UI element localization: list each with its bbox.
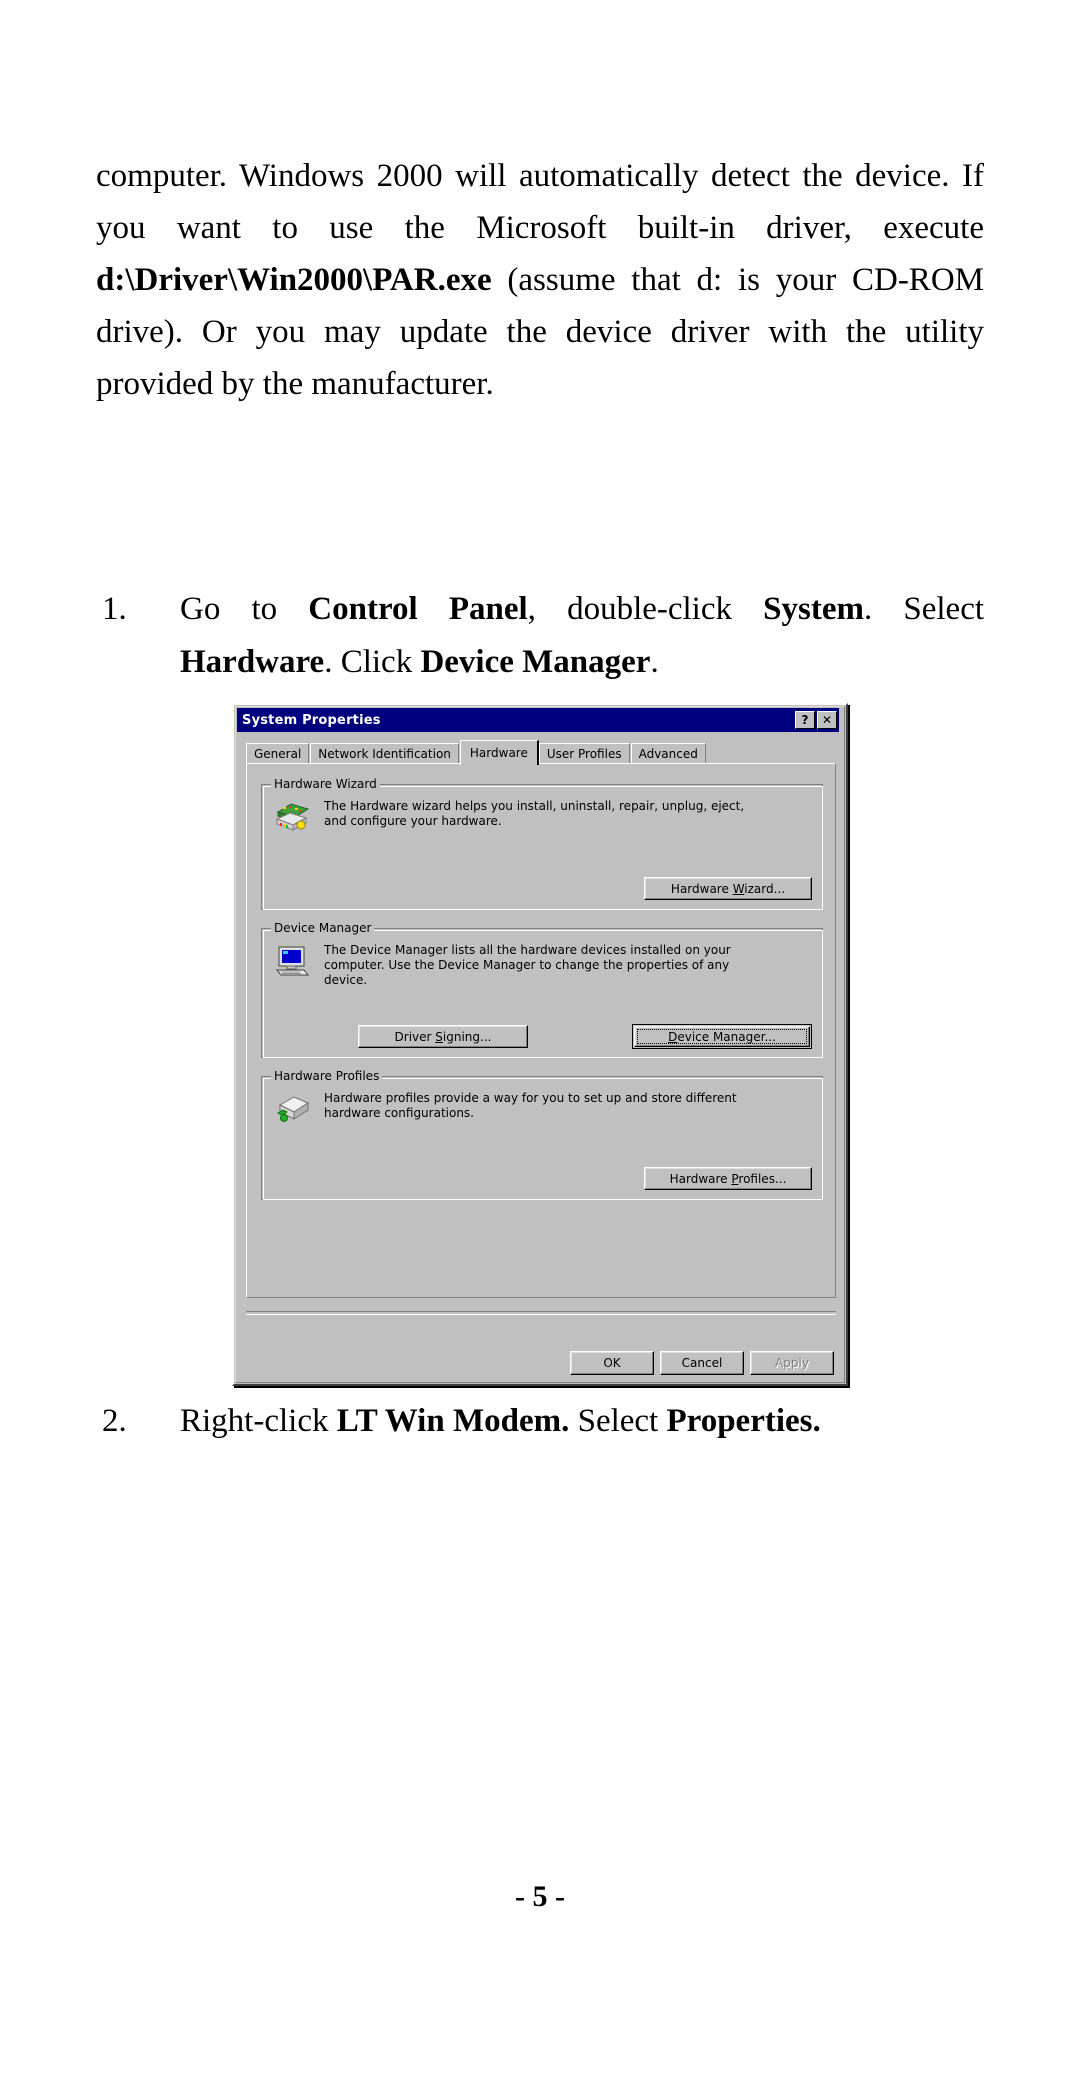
tab-label: Network Identification: [318, 747, 451, 761]
tab-strip[interactable]: General Network Identification Hardware Use…: [246, 739, 836, 765]
text-run: , double-click: [527, 591, 764, 627]
device-manager-group-body: The Device Manager lists all the hardwar…: [274, 943, 754, 988]
dialog-footer-buttons[interactable]: OK Cancel Apply: [570, 1351, 834, 1375]
help-button[interactable]: ?: [795, 711, 815, 729]
hardware-tab-page: Hardware Wizard The Hardware wizard help…: [246, 763, 836, 1298]
hardware-profiles-group-title: Hardware Profiles: [271, 1069, 383, 1083]
text-run: computer. Windows 2000 will automaticall…: [96, 158, 984, 246]
list-number: 1.: [102, 591, 127, 627]
text-run: .: [650, 644, 659, 680]
bold-run: LT Win Modem.: [336, 1403, 570, 1439]
apply-button[interactable]: Apply: [750, 1351, 834, 1375]
step-list-1: 1. Go to Control Panel, double-click Sys…: [96, 583, 984, 689]
ok-button[interactable]: OK: [570, 1351, 654, 1375]
device-manager-group-title: Device Manager: [271, 921, 375, 935]
hardware-wizard-group-body: The Hardware wizard helps you install, u…: [274, 799, 754, 835]
hardware-wizard-group: Hardware Wizard The Hardware wizard help…: [261, 777, 823, 910]
device-manager-button-face: Device Manager...: [634, 1026, 810, 1047]
text-run: Right-click: [180, 1403, 337, 1439]
bold-run: System: [763, 591, 864, 627]
hardware-profiles-description: Hardware profiles provide a way for you …: [324, 1091, 737, 1120]
step-list-2: 2. Right-click LT Win Modem. Select Prop…: [96, 1395, 984, 1448]
bold-run: Device Manager: [420, 644, 651, 680]
close-button[interactable]: ✕: [817, 711, 837, 729]
device-manager-description: The Device Manager lists all the hardwar…: [324, 943, 731, 987]
hardware-profiles-button-label: Hardware Profiles...: [669, 1171, 787, 1186]
list-item-text: Go to Control Panel, double-click System…: [180, 591, 984, 680]
cancel-button-label: Cancel: [681, 1356, 723, 1370]
tab-label: User Profiles: [546, 747, 622, 761]
list-item: 2. Right-click LT Win Modem. Select Prop…: [96, 1395, 984, 1448]
hardware-profiles-button[interactable]: Hardware Profiles...: [644, 1167, 812, 1190]
hardware-wizard-group-title: Hardware Wizard: [271, 777, 380, 791]
list-item-text: Right-click LT Win Modem. Select Propert…: [180, 1403, 821, 1439]
dialog-titlebar[interactable]: System Properties ? ✕: [237, 708, 839, 732]
hardware-profiles-group: Hardware Profiles Hardware profiles prov…: [261, 1069, 823, 1200]
body-paragraph: computer. Windows 2000 will automaticall…: [96, 150, 984, 410]
apply-button-label: Apply: [775, 1356, 809, 1370]
tab-user-profiles[interactable]: User Profiles: [538, 743, 630, 764]
document-page: computer. Windows 2000 will automaticall…: [0, 0, 1080, 2097]
device-manager-group: Device Manager The Device Manager lists …: [261, 921, 823, 1058]
hardware-wizard-button-label: Hardware Wizard...: [670, 881, 786, 896]
hardware-wizard-icon: [274, 799, 312, 835]
tab-network-identification[interactable]: Network Identification: [310, 743, 459, 764]
hardware-wizard-button[interactable]: Hardware Wizard...: [644, 877, 812, 900]
bold-run: Hardware: [180, 644, 325, 680]
footer-separator: [246, 1311, 836, 1315]
text-run: . Select: [863, 591, 985, 627]
ok-button-label: OK: [603, 1356, 621, 1370]
page-number: - 5 -: [515, 1880, 565, 1913]
device-manager-button-label: Device Manager...: [668, 1029, 776, 1044]
tab-label: General: [254, 747, 302, 761]
list-number: 2.: [102, 1403, 127, 1439]
bold-run: Control Panel: [308, 591, 528, 627]
dialog-title: System Properties: [242, 712, 381, 728]
system-properties-dialog[interactable]: System Properties ? ✕ General Network Ide…: [232, 703, 848, 1386]
bold-run: d:\Driver\Win2000\PAR.exe: [96, 262, 492, 298]
tab-hardware[interactable]: Hardware: [459, 740, 539, 765]
driver-signing-button[interactable]: Driver Signing...: [358, 1025, 528, 1048]
device-manager-button[interactable]: Device Manager...: [632, 1024, 812, 1049]
tab-advanced[interactable]: Advanced: [630, 743, 706, 764]
text-run: . Click: [324, 644, 421, 680]
hardware-profiles-group-body: Hardware profiles provide a way for you …: [274, 1091, 754, 1127]
hardware-wizard-description: The Hardware wizard helps you install, u…: [324, 799, 745, 828]
tab-label: Advanced: [638, 747, 698, 761]
hardware-profiles-icon: [274, 1091, 312, 1127]
cancel-button[interactable]: Cancel: [660, 1351, 744, 1375]
bold-run: Properties.: [666, 1403, 821, 1439]
text-run: Select: [569, 1403, 667, 1439]
text-run: Go to: [180, 591, 309, 627]
device-manager-icon: [274, 943, 312, 979]
list-item: 1. Go to Control Panel, double-click Sys…: [96, 583, 984, 689]
tab-label: Hardware: [469, 746, 528, 760]
driver-signing-button-label: Driver Signing...: [394, 1029, 492, 1044]
tab-general[interactable]: General: [246, 743, 310, 764]
